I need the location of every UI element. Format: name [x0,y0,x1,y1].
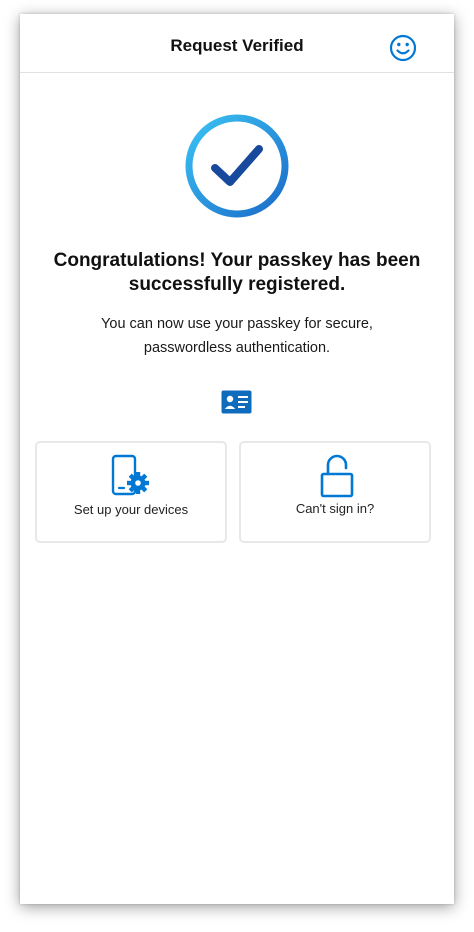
setup-devices-label: Set up your devices [73,502,189,517]
top-bar: Request Verified [20,14,454,73]
app-window: Request Verified Congratulations! Your p… [20,14,454,904]
cant-sign-in-label: Can't sign in? [295,501,375,516]
check-circle-icon [185,114,289,218]
unlock-icon [320,454,354,498]
phone-gear-icon [111,454,149,496]
cant-sign-in-card[interactable]: Can't sign in? [239,441,431,543]
screen-backdrop: Request Verified Congratulations! Your p… [0,0,474,932]
id-card-button[interactable] [221,390,252,414]
success-message: You can now use your passkey for secure,… [101,316,373,356]
feedback-button[interactable] [387,32,419,64]
success-check-badge [183,112,291,220]
setup-devices-card[interactable]: Set up your devices [35,441,227,543]
id-card-icon [221,390,252,414]
success-headline: Congratulations! Your passkey has been s… [53,250,421,295]
smiley-icon [389,34,417,62]
